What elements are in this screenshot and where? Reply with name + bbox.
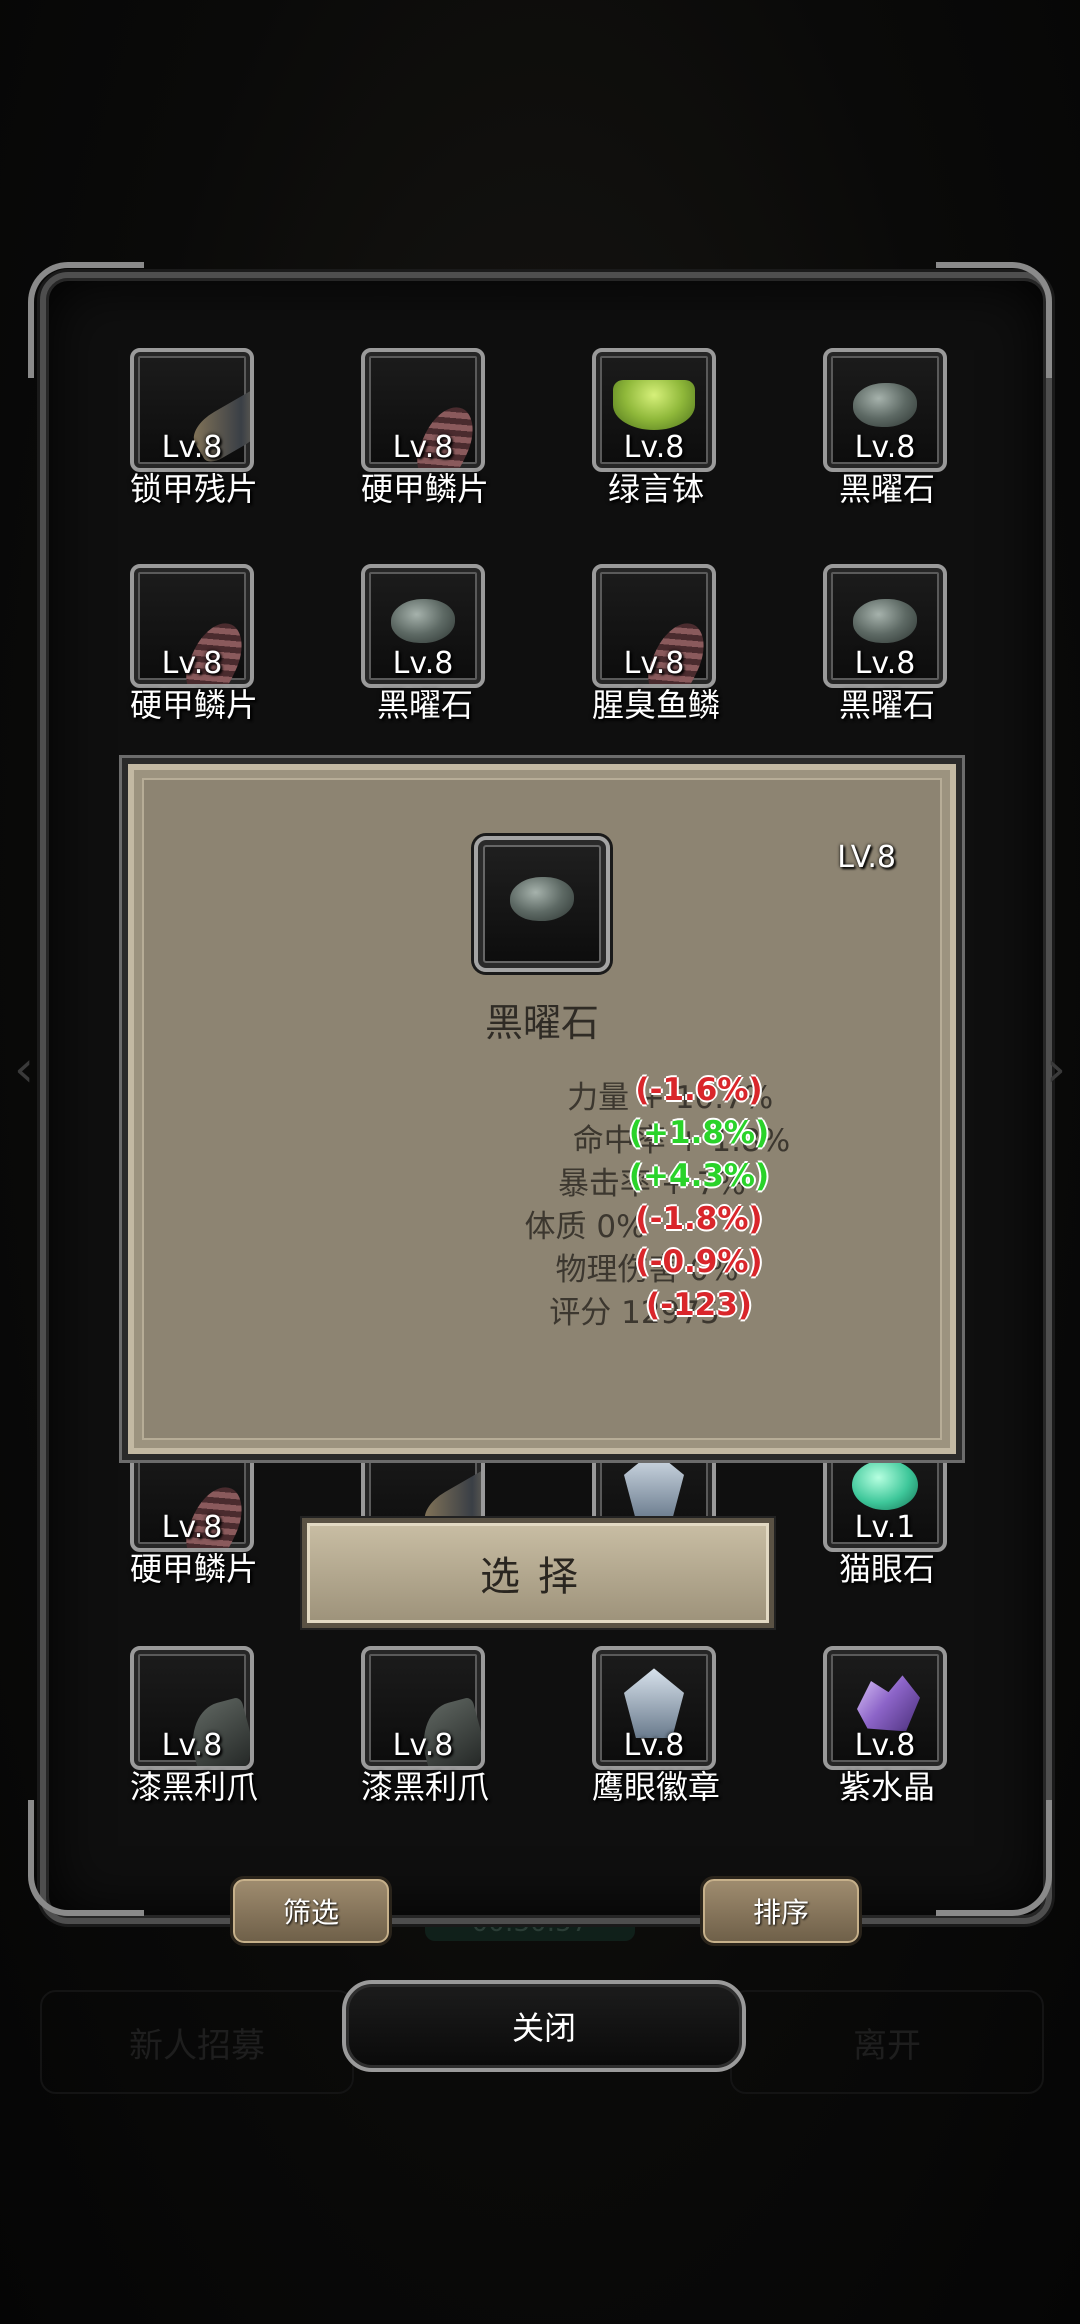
item-name: 鹰眼徽章 — [591, 1768, 720, 1806]
item-level: Lv.8 — [854, 430, 916, 465]
item-level: Lv.8 — [854, 1728, 916, 1763]
item-slot: Lv.8 — [361, 564, 485, 688]
background-recruit-button: 新人招募 — [40, 1990, 354, 2094]
bag-item[interactable]: Lv.8 漆黑利爪 — [94, 1646, 294, 1806]
stat-row: 命中率 + 1.8% (+1.8%) — [134, 1115, 950, 1159]
item-slot: Lv.8 — [823, 348, 947, 472]
stat-delta: (-123) — [646, 1287, 752, 1323]
bag-item[interactable]: Lv.8 腥臭鱼鳞 — [556, 564, 756, 724]
item-name: 猫眼石 — [838, 1550, 935, 1588]
item-level: Lv.8 — [392, 430, 454, 465]
stat-delta: (+1.8%) — [628, 1115, 770, 1151]
item-level: Lv.8 — [161, 430, 223, 465]
stone-icon — [853, 383, 917, 428]
stone-icon — [391, 599, 455, 644]
item-level: Lv.8 — [854, 646, 916, 681]
chevron-right-icon[interactable]: › — [1046, 1040, 1066, 1098]
item-level: Lv.8 — [161, 1728, 223, 1763]
bag-item[interactable]: Lv.8 绿言钵 — [556, 348, 756, 508]
stat-row: 力量 + 10.7% (-1.6%) — [134, 1072, 950, 1116]
item-name: 绿言钵 — [607, 470, 704, 508]
stat-row: 评分 12975 (-123) — [134, 1287, 950, 1331]
detail-item-name: 黑曜石 — [484, 1001, 599, 1045]
bag-item[interactable]: Lv.8 紫水晶 — [787, 1646, 987, 1806]
bag-item[interactable]: Lv.8 硬甲鳞片 — [325, 348, 525, 508]
stone-icon — [853, 599, 917, 644]
item-slot: Lv.8 — [592, 348, 716, 472]
bag-item[interactable]: Lv.8 黑曜石 — [787, 348, 987, 508]
sort-button[interactable]: 排序 — [700, 1876, 862, 1946]
stat-row: 体质 0% (-1.8%) — [134, 1201, 950, 1245]
item-level: Lv.8 — [623, 646, 685, 681]
item-slot: Lv.8 — [592, 564, 716, 688]
item-slot: Lv.8 — [130, 348, 254, 472]
catseye-icon — [852, 1460, 918, 1511]
stat-label: 体质 0% — [524, 1209, 646, 1245]
bag-item[interactable]: Lv.8 漆黑利爪 — [325, 1646, 525, 1806]
background-leave-button: 离开 — [730, 1990, 1044, 2094]
item-level: Lv.8 — [161, 1510, 223, 1545]
detail-level: LV.8 — [837, 840, 896, 875]
item-name: 黑曜石 — [376, 686, 473, 724]
item-name: 硬甲鳞片 — [360, 470, 489, 508]
bowl-icon — [613, 380, 695, 431]
stat-row: 物理伤害 0% (-0.9%) — [134, 1244, 950, 1288]
stat-row: 暴击率 + 7% (+4.3%) — [134, 1158, 950, 1202]
crystal-icon — [857, 1675, 920, 1732]
item-slot: Lv.8 — [361, 1646, 485, 1770]
close-button[interactable]: 关闭 — [342, 1980, 746, 2072]
detail-item-slot — [474, 836, 610, 972]
item-name: 硬甲鳞片 — [129, 1550, 258, 1588]
item-name: 黑曜石 — [838, 686, 935, 724]
stone-icon — [510, 876, 574, 921]
item-name: 锁甲残片 — [129, 470, 258, 508]
bag-item[interactable]: Lv.8 黑曜石 — [325, 564, 525, 724]
stat-delta: (-0.9%) — [635, 1244, 763, 1280]
stat-delta: (+4.3%) — [628, 1158, 770, 1194]
item-slot: Lv.8 — [130, 564, 254, 688]
select-button[interactable]: 选择 — [302, 1518, 774, 1628]
item-slot: Lv.8 — [823, 1646, 947, 1770]
item-level: Lv.8 — [392, 646, 454, 681]
filter-button[interactable]: 筛选 — [230, 1876, 392, 1946]
item-level: Lv.8 — [623, 1728, 685, 1763]
bag-item[interactable]: Lv.8 鹰眼徽章 — [556, 1646, 756, 1806]
item-name: 黑曜石 — [838, 470, 935, 508]
bag-item[interactable]: Lv.8 黑曜石 — [787, 564, 987, 724]
bag-item[interactable]: Lv.8 硬甲鳞片 — [94, 564, 294, 724]
item-level: Lv.8 — [161, 646, 223, 681]
item-name: 硬甲鳞片 — [129, 686, 258, 724]
chevron-left-icon[interactable]: ‹ — [14, 1040, 34, 1098]
item-name: 漆黑利爪 — [360, 1768, 489, 1806]
item-level: Lv.8 — [623, 430, 685, 465]
item-detail-popup: LV.8 黑曜石 力量 + 10.7% (-1.6%) 命中率 + 1.8% (… — [128, 764, 956, 1454]
stat-delta: (-1.8%) — [635, 1201, 763, 1237]
item-slot: Lv.8 — [130, 1646, 254, 1770]
item-level: Lv.1 — [854, 1510, 916, 1545]
item-name: 腥臭鱼鳞 — [591, 686, 720, 724]
frame-corner-ornament — [28, 1800, 144, 1916]
item-name: 漆黑利爪 — [129, 1768, 258, 1806]
bag-item[interactable]: Lv.8 锁甲残片 — [94, 348, 294, 508]
frame-corner-ornament — [936, 1800, 1052, 1916]
item-level: Lv.8 — [392, 1728, 454, 1763]
item-slot: Lv.8 — [592, 1646, 716, 1770]
item-slot: Lv.8 — [361, 348, 485, 472]
item-slot: Lv.8 — [823, 564, 947, 688]
item-name: 紫水晶 — [838, 1768, 935, 1806]
badge-icon — [624, 1450, 684, 1521]
inventory-screen: 00:30:57 新人招募 离开 ‹ › Lv.8 锁甲残片 Lv.8 硬甲鳞片… — [0, 0, 1080, 2324]
stat-delta: (-1.6%) — [635, 1072, 763, 1108]
